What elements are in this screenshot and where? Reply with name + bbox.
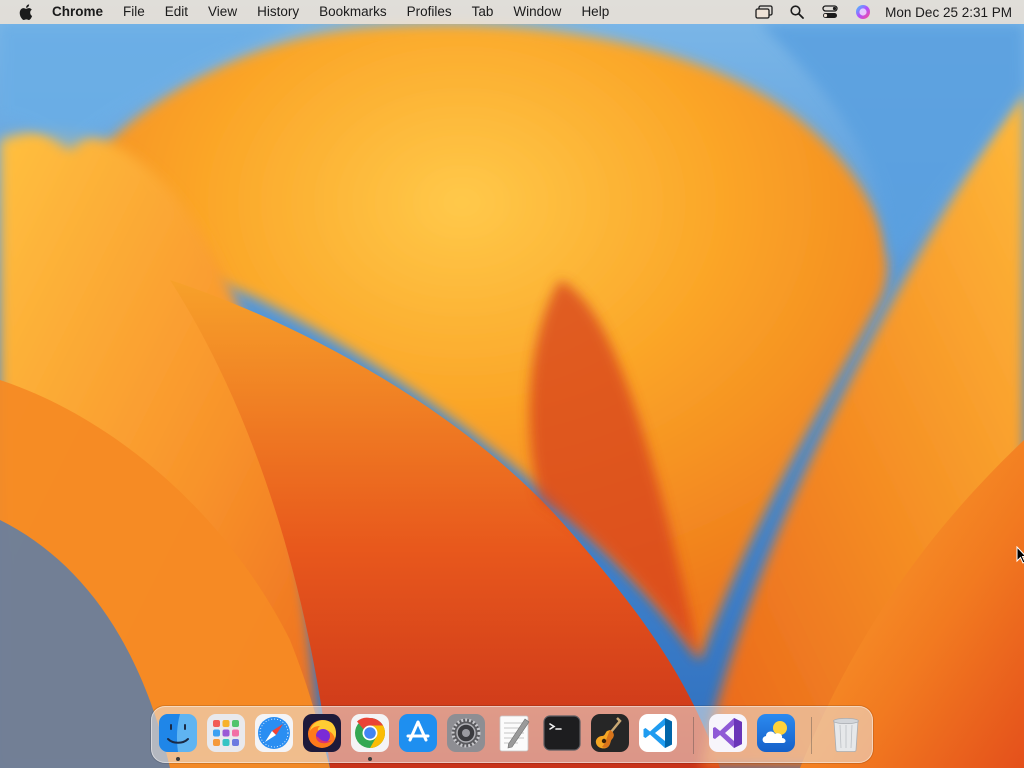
spotlight-search-icon[interactable] [780,0,813,24]
dock-separator-trash [811,717,812,754]
apple-menu-icon[interactable] [0,0,52,24]
dock-firefox[interactable] [302,713,342,753]
finder-running-indicator [176,757,180,761]
trash-icon [833,718,859,752]
visual-studio-icon [709,714,747,752]
dock-finder[interactable] [158,713,198,753]
vscode-icon [639,714,677,752]
dock-launchpad[interactable] [206,713,246,753]
siri-icon[interactable] [846,0,879,24]
settings-gear-icon [447,714,485,752]
mouse-pointer-icon [1016,546,1024,564]
chrome-icon [351,714,389,752]
finder-icon [159,714,197,752]
terminal-icon [543,715,581,751]
dock-safari[interactable] [254,713,294,753]
dock-separator [693,717,694,754]
menu-history[interactable]: History [247,0,309,24]
menu-view[interactable]: View [198,0,247,24]
menu-file[interactable]: File [113,0,155,24]
dock-garageband[interactable] [590,713,630,753]
dock-terminal[interactable] [542,713,582,753]
desktop[interactable]: Chrome File Edit View History Bookmarks … [0,0,1024,768]
dock-system-settings[interactable] [446,713,486,753]
firefox-icon [303,714,341,752]
control-center-icon[interactable] [813,0,846,24]
dock-textedit[interactable] [494,713,534,753]
dock-visual-studio[interactable] [708,713,748,753]
dock [151,706,873,763]
wallpaper [0,0,1024,768]
menu-tab[interactable]: Tab [462,0,504,24]
menu-window[interactable]: Window [503,0,571,24]
menu-bookmarks[interactable]: Bookmarks [309,0,397,24]
garageband-guitar-icon [591,714,629,752]
menu-profiles[interactable]: Profiles [397,0,462,24]
menu-app-name[interactable]: Chrome [52,0,113,24]
chrome-running-indicator [368,757,372,761]
menu-help[interactable]: Help [571,0,619,24]
menu-bar: Chrome File Edit View History Bookmarks … [0,0,1024,24]
weather-icon [757,714,795,752]
dock-trash[interactable] [826,713,866,753]
window-overview-icon[interactable] [747,0,780,24]
launchpad-icon [207,714,245,752]
dock-weather[interactable] [756,713,796,753]
dock-vscode[interactable] [638,713,678,753]
app-store-icon [399,714,437,752]
textedit-icon [499,715,530,752]
menu-edit[interactable]: Edit [155,0,198,24]
menu-clock[interactable]: Mon Dec 25 2:31 PM [879,5,1012,20]
dock-app-store[interactable] [398,713,438,753]
safari-icon [255,714,293,752]
dock-chrome[interactable] [350,713,390,753]
